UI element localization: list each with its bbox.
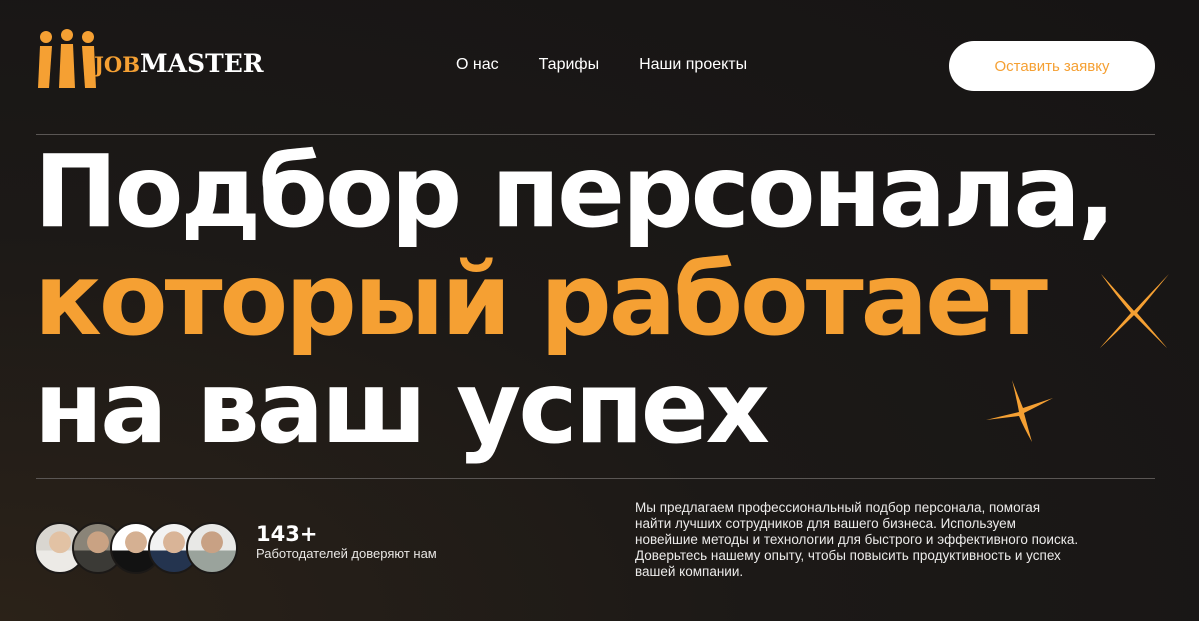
hero-headline: Подбор персонала, который работает на ва… — [34, 133, 1116, 466]
hero-line-3: на ваш успех — [34, 349, 770, 466]
submit-request-button[interactable]: Оставить заявку — [949, 41, 1155, 91]
service-description: Мы предлагаем профессиональный подбор пе… — [635, 500, 1165, 580]
logo-icon — [38, 29, 96, 88]
employers-count: 143+ — [256, 522, 318, 546]
description-line: Доверьтесь нашему опыту, чтобы повысить … — [635, 548, 1061, 563]
site-header: JOBMASTER О нас Тарифы Наши проекты Оста… — [0, 0, 1199, 134]
logo-text-job: JOB — [94, 52, 140, 77]
description-line: Мы предлагаем профессиональный подбор пе… — [635, 500, 1041, 515]
logo-text-master: MASTER — [139, 49, 264, 78]
logo-text: JOBMASTER — [94, 49, 264, 78]
hero-line-1: Подбор персонала, — [34, 133, 1116, 250]
avatar — [186, 522, 238, 574]
star-large-icon — [1100, 274, 1169, 348]
description-line: новейшие методы и технологии для быстрог… — [635, 532, 1079, 547]
nav-item-pricing[interactable]: Тарифы — [539, 56, 599, 74]
logo[interactable]: JOBMASTER — [36, 28, 264, 90]
employers-label: Работодателей доверяют нам — [256, 546, 437, 561]
avatar-group — [34, 522, 238, 574]
nav-item-projects[interactable]: Наши проекты — [639, 56, 747, 74]
star-small-icon — [986, 380, 1053, 442]
description-line: найти лучших сотрудников для вашего бизн… — [635, 516, 1016, 531]
description-line: вашей компании. — [635, 564, 744, 579]
nav-item-about[interactable]: О нас — [456, 56, 499, 74]
bottom-divider — [36, 478, 1155, 479]
hero-line-2: который работает — [34, 241, 1048, 358]
main-nav: О нас Тарифы Наши проекты — [456, 56, 787, 74]
